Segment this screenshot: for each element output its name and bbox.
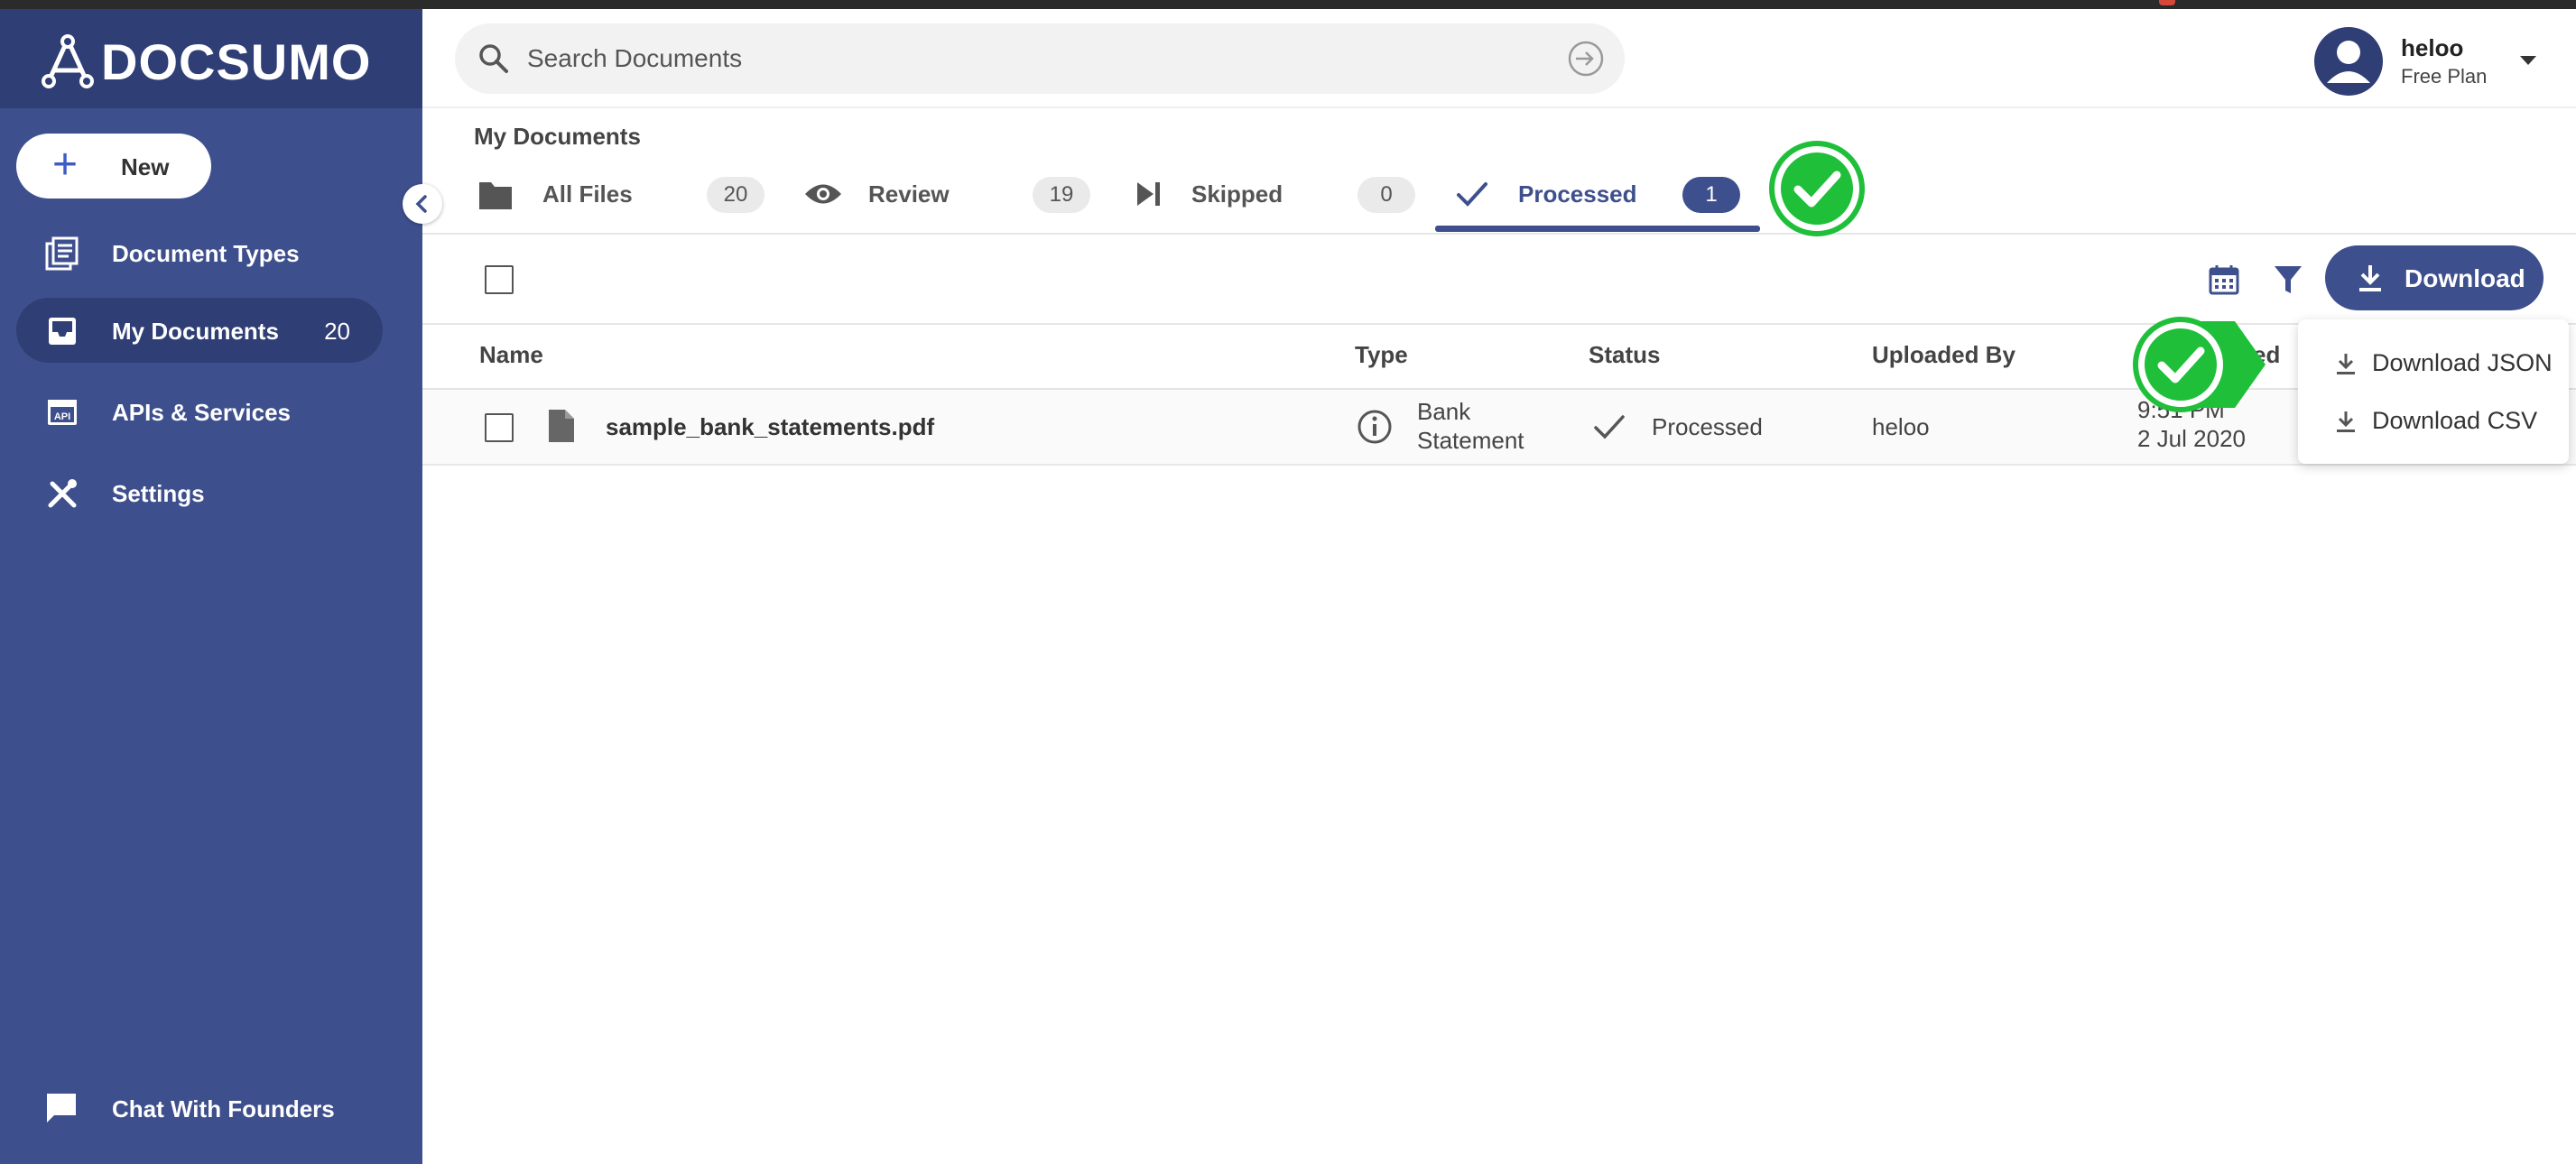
uploaded-day: 2 Jul 2020: [2137, 425, 2246, 452]
divider: [422, 233, 2576, 235]
menu-item-label: Download JSON: [2372, 349, 2553, 376]
chat-with-founders-link[interactable]: Chat With Founders: [43, 1086, 368, 1132]
window-top-strip: [0, 0, 2576, 9]
check-icon: [1594, 415, 1625, 439]
tab-count-badge: 19: [1033, 177, 1090, 213]
sidebar-item-label: Document Types: [112, 240, 300, 267]
chevron-left-icon: [415, 195, 427, 213]
check-icon: [1457, 182, 1487, 207]
sidebar-item-settings[interactable]: Settings: [16, 460, 383, 525]
file-name[interactable]: sample_bank_statements.pdf: [606, 413, 934, 441]
download-dropdown-menu: Download JSON Download CSV: [2298, 319, 2569, 464]
tab-review[interactable]: Review 19: [803, 171, 1101, 231]
menu-item-download-json[interactable]: Download JSON: [2298, 334, 2569, 390]
tab-count-badge: 20: [707, 177, 764, 213]
sidebar-item-count: 20: [324, 318, 350, 345]
tab-label: Processed: [1518, 180, 1637, 208]
sidebar-item-label: Settings: [112, 480, 205, 507]
download-button[interactable]: Download: [2325, 245, 2544, 310]
logo-bar: DOCSUMO: [0, 9, 422, 108]
tab-skipped[interactable]: Skipped 0: [1134, 171, 1415, 231]
column-header-uploaded-by[interactable]: Uploaded By: [1872, 341, 2015, 369]
tools-icon: [48, 479, 77, 508]
logo-text: DOCSUMO: [101, 33, 372, 90]
caret-down-icon: [2520, 56, 2536, 65]
folder-icon: [479, 182, 512, 209]
download-icon: [2337, 411, 2355, 432]
window-indicator: [2159, 0, 2175, 5]
top-header: heloo Free Plan: [422, 9, 2576, 108]
download-button-label: Download: [2405, 264, 2525, 292]
menu-item-download-csv[interactable]: Download CSV: [2298, 392, 2569, 448]
row-checkbox[interactable]: [485, 413, 514, 442]
file-icon: [549, 410, 574, 442]
check-marker-icon: [1769, 141, 1865, 236]
user-plan: Free Plan: [2401, 65, 2488, 88]
check-marker-pointer-icon: [2133, 317, 2266, 412]
logo-icon: [42, 34, 94, 88]
download-icon: [2337, 354, 2355, 374]
tab-count-badge: 1: [1682, 177, 1740, 213]
user-icon: [2327, 41, 2370, 83]
sidebar: DOCSUMO + New Document Types My Document…: [0, 9, 422, 1164]
user-name: heloo: [2401, 34, 2464, 61]
download-icon: [2359, 265, 2381, 291]
eye-icon: [805, 184, 841, 204]
api-icon: API: [48, 400, 77, 425]
document-type-line2: Statement: [1417, 427, 1524, 454]
breadcrumb: My Documents: [474, 123, 641, 150]
search-input[interactable]: [527, 40, 1520, 78]
info-icon[interactable]: [1356, 408, 1394, 446]
enter-arrow-icon[interactable]: [1567, 40, 1605, 78]
tab-label: Review: [868, 180, 950, 208]
column-header-type[interactable]: Type: [1355, 341, 1408, 369]
sidebar-item-document-types[interactable]: Document Types: [16, 220, 383, 285]
column-header-name[interactable]: Name: [479, 341, 543, 369]
active-tab-indicator: [1435, 226, 1760, 232]
search-icon: [479, 44, 508, 73]
sidebar-item-label: My Documents: [112, 318, 279, 345]
search-bar: [455, 23, 1625, 94]
uploaded-by: heloo: [1872, 413, 1930, 440]
filter-icon[interactable]: [2273, 263, 2303, 296]
avatar: [2314, 27, 2383, 96]
user-menu[interactable]: heloo Free Plan: [2314, 27, 2549, 96]
tab-processed[interactable]: Processed 1: [1455, 171, 1753, 231]
document-types-icon: [45, 236, 79, 271]
document-type: Bank Statement: [1417, 397, 1524, 455]
menu-item-label: Download CSV: [2372, 407, 2538, 434]
new-button-label: New: [121, 153, 170, 180]
calendar-icon[interactable]: [2208, 263, 2240, 296]
collapse-sidebar-button[interactable]: [403, 184, 442, 224]
svg-text:API: API: [54, 411, 70, 422]
status-text: Processed: [1652, 413, 1763, 440]
sidebar-item-label: APIs & Services: [112, 399, 292, 426]
document-type-line1: Bank: [1417, 398, 1471, 425]
select-all-checkbox[interactable]: [485, 265, 514, 294]
inbox-icon: [49, 318, 76, 345]
chat-bubble-icon: [47, 1094, 76, 1122]
new-button[interactable]: + New: [16, 134, 211, 199]
tab-count-badge: 0: [1357, 177, 1415, 213]
tab-label: Skipped: [1191, 180, 1283, 208]
sidebar-item-apis-services[interactable]: API APIs & Services: [16, 379, 383, 444]
column-header-status[interactable]: Status: [1589, 341, 1660, 369]
skip-icon: [1137, 182, 1160, 206]
tab-label: All Files: [542, 180, 633, 208]
tab-all-files[interactable]: All Files 20: [477, 171, 775, 231]
chat-label: Chat With Founders: [112, 1095, 335, 1122]
sidebar-item-my-documents[interactable]: My Documents 20: [16, 298, 383, 363]
plus-icon: +: [52, 141, 79, 189]
